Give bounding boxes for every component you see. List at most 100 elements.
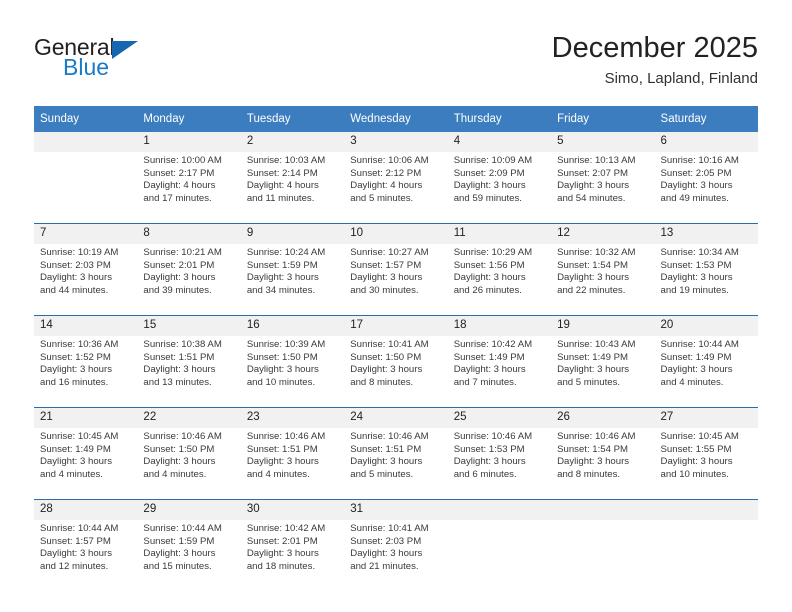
day-cell[interactable]: Sunrise: 10:36 AM Sunset: 1:52 PM Daylig… bbox=[34, 336, 138, 408]
day-cell[interactable]: Sunrise: 10:46 AM Sunset: 1:50 PM Daylig… bbox=[137, 428, 241, 500]
day-cell[interactable]: Sunrise: 10:41 AM Sunset: 2:03 PM Daylig… bbox=[344, 520, 448, 591]
day-cell[interactable] bbox=[551, 520, 655, 591]
calendar-grid: Sunday Monday Tuesday Wednesday Thursday… bbox=[34, 106, 758, 591]
day-cell[interactable]: Sunrise: 10:45 AM Sunset: 1:55 PM Daylig… bbox=[654, 428, 758, 500]
page-header: General Blue December 2025 Simo, Lapland… bbox=[34, 30, 758, 98]
sunrise-text: Sunrise: 10:34 AM bbox=[660, 247, 739, 258]
week-2-details: Sunrise: 10:19 AM Sunset: 2:03 PM Daylig… bbox=[34, 244, 758, 316]
daylight-text-line1: Daylight: 3 hours bbox=[453, 456, 526, 468]
daylight-text-line2: and 13 minutes. bbox=[143, 376, 212, 388]
daylight-text-line2: and 8 minutes. bbox=[557, 468, 621, 480]
day-number: 13 bbox=[654, 223, 758, 244]
day-cell[interactable]: Sunrise: 10:41 AM Sunset: 1:50 PM Daylig… bbox=[344, 336, 448, 408]
sunset-text: Sunset: 2:07 PM bbox=[557, 167, 629, 179]
day-cell[interactable]: Sunrise: 10:19 AM Sunset: 2:03 PM Daylig… bbox=[34, 244, 138, 316]
day-number: 30 bbox=[240, 499, 345, 520]
daylight-text-line2: and 5 minutes. bbox=[350, 192, 414, 204]
day-cell[interactable] bbox=[34, 152, 138, 224]
sunset-text: Sunset: 1:56 PM bbox=[453, 259, 525, 271]
day-cell[interactable]: Sunrise: 10:24 AM Sunset: 1:59 PM Daylig… bbox=[240, 244, 345, 316]
daylight-text-line2: and 18 minutes. bbox=[246, 560, 316, 572]
sunset-text: Sunset: 1:54 PM bbox=[557, 443, 629, 455]
logo-triangle-icon bbox=[112, 41, 139, 59]
day-number: 21 bbox=[34, 407, 138, 428]
daylight-text-line2: and 17 minutes. bbox=[143, 192, 212, 204]
day-cell[interactable]: Sunrise: 10:42 AM Sunset: 2:01 PM Daylig… bbox=[240, 520, 345, 591]
sunrise-text: Sunrise: 10:41 AM bbox=[350, 339, 429, 350]
day-cell[interactable]: Sunrise: 10:44 AM Sunset: 1:49 PM Daylig… bbox=[654, 336, 758, 408]
day-cell[interactable]: Sunrise: 10:44 AM Sunset: 1:59 PM Daylig… bbox=[137, 520, 241, 591]
daylight-text-line2: and 8 minutes. bbox=[350, 376, 414, 388]
general-blue-logo[interactable]: General Blue bbox=[34, 34, 234, 88]
sunrise-text: Sunrise: 10:46 AM bbox=[350, 431, 429, 442]
daylight-text-line1: Daylight: 3 hours bbox=[143, 548, 216, 560]
calendar-table: Sunday Monday Tuesday Wednesday Thursday… bbox=[34, 106, 758, 591]
sunset-text: Sunset: 1:49 PM bbox=[453, 351, 525, 363]
day-cell[interactable]: Sunrise: 10:03 AM Sunset: 2:14 PM Daylig… bbox=[240, 152, 345, 224]
week-1-details: Sunrise: 10:00 AM Sunset: 2:17 PM Daylig… bbox=[34, 152, 758, 224]
day-cell[interactable]: Sunrise: 10:00 AM Sunset: 2:17 PM Daylig… bbox=[137, 152, 241, 224]
sunrise-text: Sunrise: 10:46 AM bbox=[246, 431, 326, 442]
sunset-text: Sunset: 1:53 PM bbox=[453, 443, 525, 455]
daylight-text-line1: Daylight: 3 hours bbox=[453, 180, 526, 192]
day-cell[interactable]: Sunrise: 10:13 AM Sunset: 2:07 PM Daylig… bbox=[551, 152, 655, 224]
logo-top-row: General bbox=[34, 34, 234, 60]
sunset-text: Sunset: 1:57 PM bbox=[40, 535, 111, 547]
day-cell[interactable]: Sunrise: 10:09 AM Sunset: 2:09 PM Daylig… bbox=[447, 152, 552, 224]
day-cell[interactable]: Sunrise: 10:21 AM Sunset: 2:01 PM Daylig… bbox=[137, 244, 241, 316]
day-cell[interactable]: Sunrise: 10:44 AM Sunset: 1:57 PM Daylig… bbox=[34, 520, 138, 591]
day-cell[interactable]: Sunrise: 10:32 AM Sunset: 1:54 PM Daylig… bbox=[551, 244, 655, 316]
day-cell[interactable]: Sunrise: 10:45 AM Sunset: 1:49 PM Daylig… bbox=[34, 428, 138, 500]
sunrise-text: Sunrise: 10:24 AM bbox=[246, 247, 326, 258]
daylight-text-line2: and 30 minutes. bbox=[350, 284, 419, 296]
calendar-page: General Blue December 2025 Simo, Lapland… bbox=[0, 0, 792, 612]
day-number: 4 bbox=[447, 132, 552, 152]
sunset-text: Sunset: 1:49 PM bbox=[660, 351, 732, 363]
day-cell[interactable]: Sunrise: 10:16 AM Sunset: 2:05 PM Daylig… bbox=[654, 152, 758, 224]
day-number: 18 bbox=[447, 315, 552, 336]
day-cell[interactable]: Sunrise: 10:46 AM Sunset: 1:51 PM Daylig… bbox=[344, 428, 448, 500]
calendar-header-row: Sunday Monday Tuesday Wednesday Thursday… bbox=[34, 106, 758, 132]
day-cell[interactable]: Sunrise: 10:29 AM Sunset: 1:56 PM Daylig… bbox=[447, 244, 552, 316]
daylight-text-line2: and 6 minutes. bbox=[453, 468, 517, 480]
sunset-text: Sunset: 2:01 PM bbox=[143, 259, 215, 271]
sunset-text: Sunset: 1:50 PM bbox=[350, 351, 422, 363]
daylight-text-line2: and 11 minutes. bbox=[246, 192, 315, 204]
day-cell[interactable]: Sunrise: 10:46 AM Sunset: 1:54 PM Daylig… bbox=[551, 428, 655, 500]
daylight-text-line1: Daylight: 3 hours bbox=[246, 456, 319, 468]
day-cell[interactable]: Sunrise: 10:39 AM Sunset: 1:50 PM Daylig… bbox=[240, 336, 345, 408]
day-cell[interactable]: Sunrise: 10:42 AM Sunset: 1:49 PM Daylig… bbox=[447, 336, 552, 408]
daylight-text-line1: Daylight: 3 hours bbox=[660, 456, 733, 468]
sunrise-text: Sunrise: 10:46 AM bbox=[453, 431, 533, 442]
daylight-text-line1: Daylight: 3 hours bbox=[246, 548, 319, 560]
sunset-text: Sunset: 1:54 PM bbox=[557, 259, 629, 271]
sunset-text: Sunset: 2:03 PM bbox=[350, 535, 422, 547]
day-number bbox=[551, 499, 655, 520]
day-cell[interactable]: Sunrise: 10:27 AM Sunset: 1:57 PM Daylig… bbox=[344, 244, 448, 316]
week-1-daynumbers: 1 2 3 4 5 6 bbox=[34, 132, 758, 152]
daylight-text-line2: and 10 minutes. bbox=[246, 376, 316, 388]
day-cell[interactable]: Sunrise: 10:06 AM Sunset: 2:12 PM Daylig… bbox=[344, 152, 448, 224]
day-cell[interactable]: Sunrise: 10:46 AM Sunset: 1:51 PM Daylig… bbox=[240, 428, 345, 500]
day-cell[interactable]: Sunrise: 10:38 AM Sunset: 1:51 PM Daylig… bbox=[137, 336, 241, 408]
sunset-text: Sunset: 1:55 PM bbox=[660, 443, 732, 455]
day-number bbox=[34, 132, 138, 152]
day-cell[interactable] bbox=[654, 520, 758, 591]
day-number: 14 bbox=[34, 315, 138, 336]
day-number: 31 bbox=[344, 499, 448, 520]
day-number: 15 bbox=[137, 315, 241, 336]
weekday-header-thursday: Thursday bbox=[447, 106, 552, 132]
day-cell[interactable]: Sunrise: 10:34 AM Sunset: 1:53 PM Daylig… bbox=[654, 244, 758, 316]
day-number: 28 bbox=[34, 499, 138, 520]
day-cell[interactable]: Sunrise: 10:46 AM Sunset: 1:53 PM Daylig… bbox=[447, 428, 552, 500]
day-cell[interactable] bbox=[447, 520, 552, 591]
sunset-text: Sunset: 2:14 PM bbox=[246, 167, 318, 179]
sunset-text: Sunset: 1:51 PM bbox=[246, 443, 318, 455]
sunrise-text: Sunrise: 10:21 AM bbox=[143, 247, 222, 258]
day-cell[interactable]: Sunrise: 10:43 AM Sunset: 1:49 PM Daylig… bbox=[551, 336, 655, 408]
logo-word-general: General bbox=[34, 34, 115, 60]
sunrise-text: Sunrise: 10:09 AM bbox=[453, 155, 533, 166]
sunset-text: Sunset: 1:59 PM bbox=[246, 259, 318, 271]
week-5-details: Sunrise: 10:44 AM Sunset: 1:57 PM Daylig… bbox=[34, 520, 758, 591]
daylight-text-line1: Daylight: 3 hours bbox=[660, 272, 733, 284]
